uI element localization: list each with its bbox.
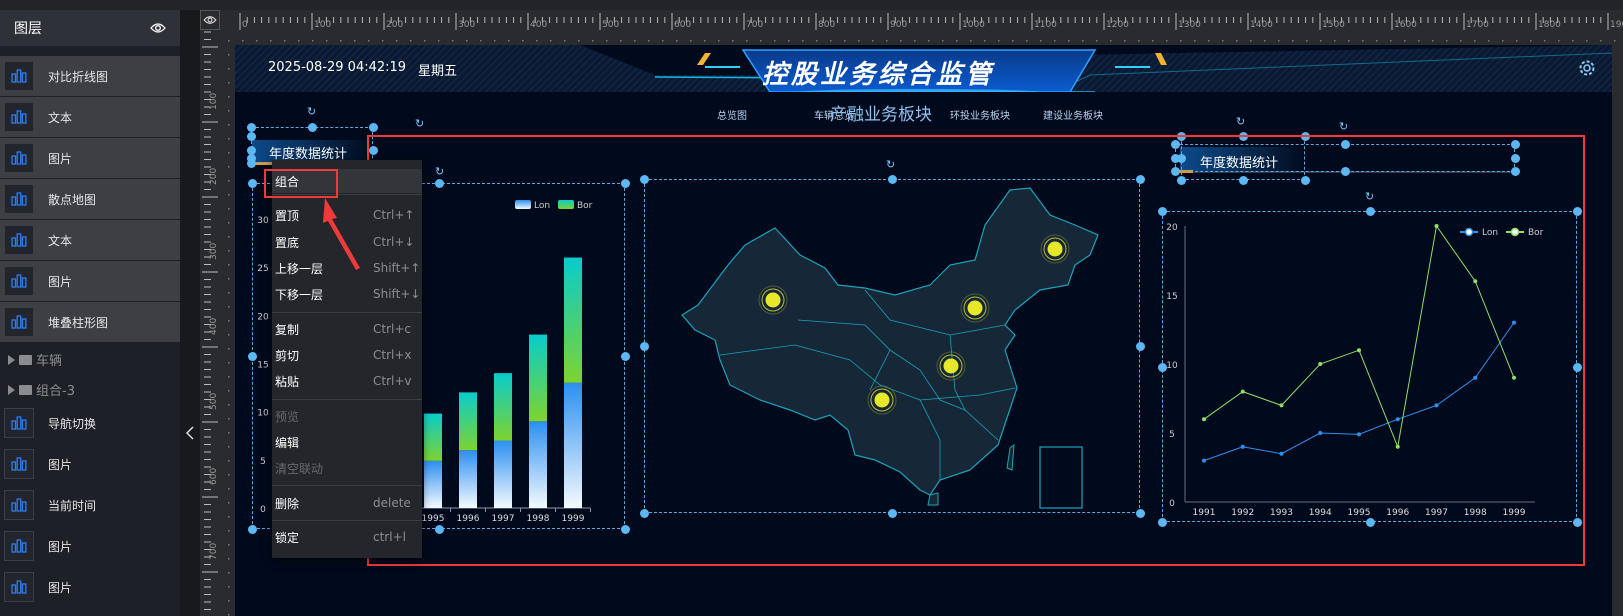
resize-handle[interactable] — [247, 178, 257, 188]
menu-item[interactable]: 下移一层 Shift+↓ — [272, 282, 422, 306]
menu-item[interactable]: 锁定 ctrl+l — [272, 525, 422, 549]
menu-item-label: 预览 — [275, 409, 300, 424]
menu-item-shortcut: Ctrl+c — [373, 322, 412, 336]
resize-handle[interactable] — [246, 122, 256, 132]
menu-item[interactable]: 复制 Ctrl+c — [272, 317, 422, 341]
menu-item-label: 清空联动 — [275, 461, 324, 476]
menu-item-label: 锁定 — [275, 530, 300, 545]
menu-item-shortcut: Ctrl+x — [373, 348, 412, 362]
menu-item: 预览 — [272, 404, 422, 428]
resize-handle[interactable] — [247, 524, 257, 534]
menu-divider — [272, 485, 422, 486]
resize-handle[interactable] — [246, 158, 256, 168]
menu-item[interactable]: 删除 delete — [272, 491, 422, 515]
menu-divider — [272, 399, 422, 400]
resize-handle[interactable] — [307, 122, 317, 132]
menu-item-label: 粘贴 — [275, 374, 300, 389]
menu-item-shortcut: delete — [373, 496, 411, 510]
menu-item-shortcut: Ctrl+↑ — [373, 208, 415, 222]
resize-handle[interactable] — [368, 122, 378, 132]
menu-item-label: 复制 — [275, 322, 300, 337]
menu-item-shortcut: Shift+↑ — [373, 261, 421, 275]
menu-divider — [272, 312, 422, 313]
menu-item-label: 编辑 — [275, 435, 300, 450]
menu-item[interactable]: 粘贴 Ctrl+v — [272, 369, 422, 393]
menu-item-shortcut: Ctrl+↓ — [373, 235, 415, 249]
menu-item-shortcut: Shift+↓ — [373, 287, 421, 301]
annotation-highlight-rect — [367, 135, 1585, 566]
menu-item-shortcut: ctrl+l — [373, 530, 406, 544]
resize-handle[interactable] — [247, 351, 257, 361]
resize-handle[interactable] — [246, 131, 256, 141]
menu-item-label: 剪切 — [275, 348, 300, 363]
annotation-arrow-icon — [323, 198, 360, 270]
menu-item-label: 下移一层 — [275, 287, 324, 302]
menu-item-label: 置底 — [275, 235, 300, 250]
menu-item-label: 置顶 — [275, 208, 300, 223]
menu-item[interactable]: 剪切 Ctrl+x — [272, 343, 422, 367]
menu-item: 清空联动 — [272, 456, 422, 480]
menu-item-shortcut: Ctrl+v — [373, 374, 412, 388]
menu-divider — [272, 520, 422, 521]
menu-item[interactable]: 编辑 — [272, 430, 422, 454]
menu-item-label: 删除 — [275, 496, 300, 511]
